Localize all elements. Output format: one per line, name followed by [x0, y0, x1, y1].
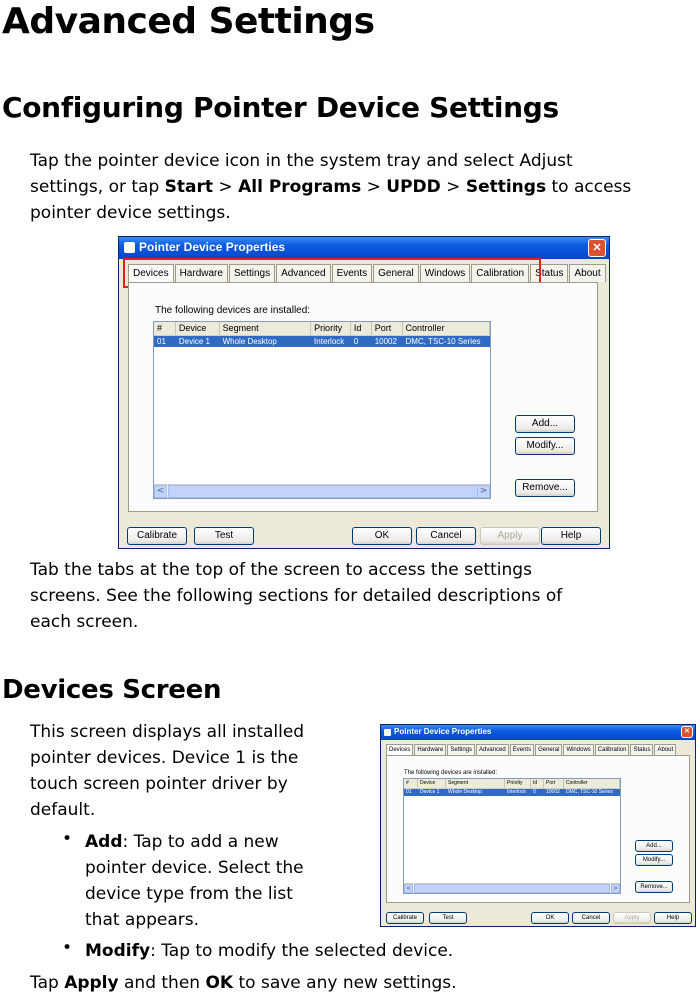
- section-title-configuring: Configuring Pointer Device Settings: [2, 91, 559, 124]
- apply-term: Apply: [64, 973, 119, 993]
- updd-term: UPDD: [386, 177, 441, 197]
- devices-paragraph: This screen displays all installed point…: [30, 722, 305, 820]
- small-test-button[interactable]: Test: [429, 912, 467, 924]
- small-remove-button[interactable]: Remove...: [635, 881, 673, 893]
- horizontal-scrollbar[interactable]: < >: [154, 484, 490, 498]
- col-device[interactable]: Device: [176, 322, 220, 335]
- intro-line-3: pointer device settings.: [30, 203, 231, 223]
- small-calibrate-button[interactable]: Calibrate: [386, 912, 424, 924]
- col-controller[interactable]: Controller: [403, 322, 490, 335]
- small-scroll-left-icon[interactable]: <: [404, 884, 413, 893]
- col-id[interactable]: Id: [351, 322, 372, 335]
- small-modify-button[interactable]: Modify...: [635, 854, 673, 866]
- dialog-screenshot-large: Pointer Device Properties ✕ Devices Hard…: [118, 236, 610, 549]
- modify-button[interactable]: Modify...: [515, 437, 575, 455]
- help-button[interactable]: Help: [541, 527, 601, 545]
- device-list[interactable]: # Device Segment Priority Id Port Contro…: [153, 321, 491, 499]
- section-title-devices: Devices Screen: [2, 675, 222, 705]
- tabs-paragraph: Tab the tabs at the top of the screen to…: [30, 560, 563, 632]
- small-scroll-right-icon[interactable]: >: [611, 884, 620, 893]
- pointer-device-icon: [124, 242, 135, 253]
- small-installed-label: The following devices are installed:: [404, 770, 498, 776]
- tab-about[interactable]: About: [569, 264, 606, 282]
- intro-line-1: Tap the pointer device icon in the syste…: [30, 151, 573, 171]
- col-segment[interactable]: Segment: [220, 322, 312, 335]
- small-device-list[interactable]: # Device Segment Priority Id Port Contro…: [403, 778, 621, 894]
- calibrate-button[interactable]: Calibrate: [127, 527, 187, 545]
- ok-term: OK: [205, 973, 234, 993]
- bullet-modify-dot: •: [62, 938, 73, 958]
- small-help-button[interactable]: Help: [654, 912, 692, 924]
- bullet-modify: Modify: Tap to modify the selected devic…: [85, 941, 454, 961]
- final-paragraph: Tap Apply and then OK to save any new se…: [30, 973, 457, 993]
- add-term: Add: [85, 832, 123, 852]
- all-programs-term: All Programs: [238, 177, 362, 197]
- dialog-titlebar: Pointer Device Properties ✕: [119, 237, 609, 259]
- small-dialog-titlebar: Pointer Device Properties ✕: [381, 725, 695, 740]
- small-tab-panel: The following devices are installed: # D…: [386, 755, 690, 903]
- remove-button[interactable]: Remove...: [515, 479, 575, 497]
- scroll-thumb[interactable]: [168, 485, 478, 498]
- small-cancel-button[interactable]: Cancel: [572, 912, 610, 924]
- small-horizontal-scrollbar[interactable]: < >: [404, 883, 620, 893]
- small-scroll-thumb[interactable]: [414, 884, 610, 893]
- small-apply-button[interactable]: Apply: [613, 912, 651, 924]
- apply-button[interactable]: Apply: [480, 527, 540, 545]
- add-button[interactable]: Add...: [515, 415, 575, 433]
- close-icon[interactable]: ✕: [588, 239, 606, 257]
- table-row[interactable]: 01 Device 1 Whole Desktop Interlock 0 10…: [404, 789, 620, 796]
- small-close-icon[interactable]: ✕: [681, 726, 693, 738]
- scroll-right-icon[interactable]: >: [477, 485, 490, 498]
- page-heading: Advanced Settings: [2, 1, 375, 42]
- intro-paragraph: Tap the pointer device icon in the syste…: [30, 148, 631, 226]
- col-port[interactable]: Port: [372, 322, 403, 335]
- intro-line-2: settings, or tap Start > All Programs > …: [30, 177, 632, 197]
- col-number[interactable]: #: [154, 322, 176, 335]
- start-term: Start: [164, 177, 214, 197]
- dialog-title: Pointer Device Properties: [139, 240, 286, 254]
- tab-panel: The following devices are installed: # D…: [128, 282, 598, 512]
- dialog-screenshot-small: Pointer Device Properties ✕ Devices Hard…: [380, 724, 696, 927]
- scroll-left-icon[interactable]: <: [154, 485, 167, 498]
- installed-label: The following devices are installed:: [155, 305, 311, 316]
- col-priority[interactable]: Priority: [311, 322, 351, 335]
- small-dialog-title: Pointer Device Properties: [394, 727, 492, 736]
- small-add-button[interactable]: Add...: [635, 840, 673, 852]
- device-list-header: # Device Segment Priority Id Port Contro…: [154, 322, 490, 336]
- small-pointer-device-icon: [384, 729, 391, 736]
- bullet-add-dot: •: [62, 829, 73, 849]
- cancel-button[interactable]: Cancel: [416, 527, 476, 545]
- modify-term: Modify: [85, 941, 151, 961]
- test-button[interactable]: Test: [194, 527, 254, 545]
- settings-term: Settings: [465, 177, 547, 197]
- small-ok-button[interactable]: OK: [531, 912, 569, 924]
- table-row[interactable]: 01 Device 1 Whole Desktop Interlock 0 10…: [154, 336, 490, 347]
- small-device-list-header: # Device Segment Priority Id Port Contro…: [404, 779, 620, 789]
- bullet-add: Add: Tap to add a new pointer device. Se…: [85, 832, 304, 930]
- ok-button[interactable]: OK: [352, 527, 412, 545]
